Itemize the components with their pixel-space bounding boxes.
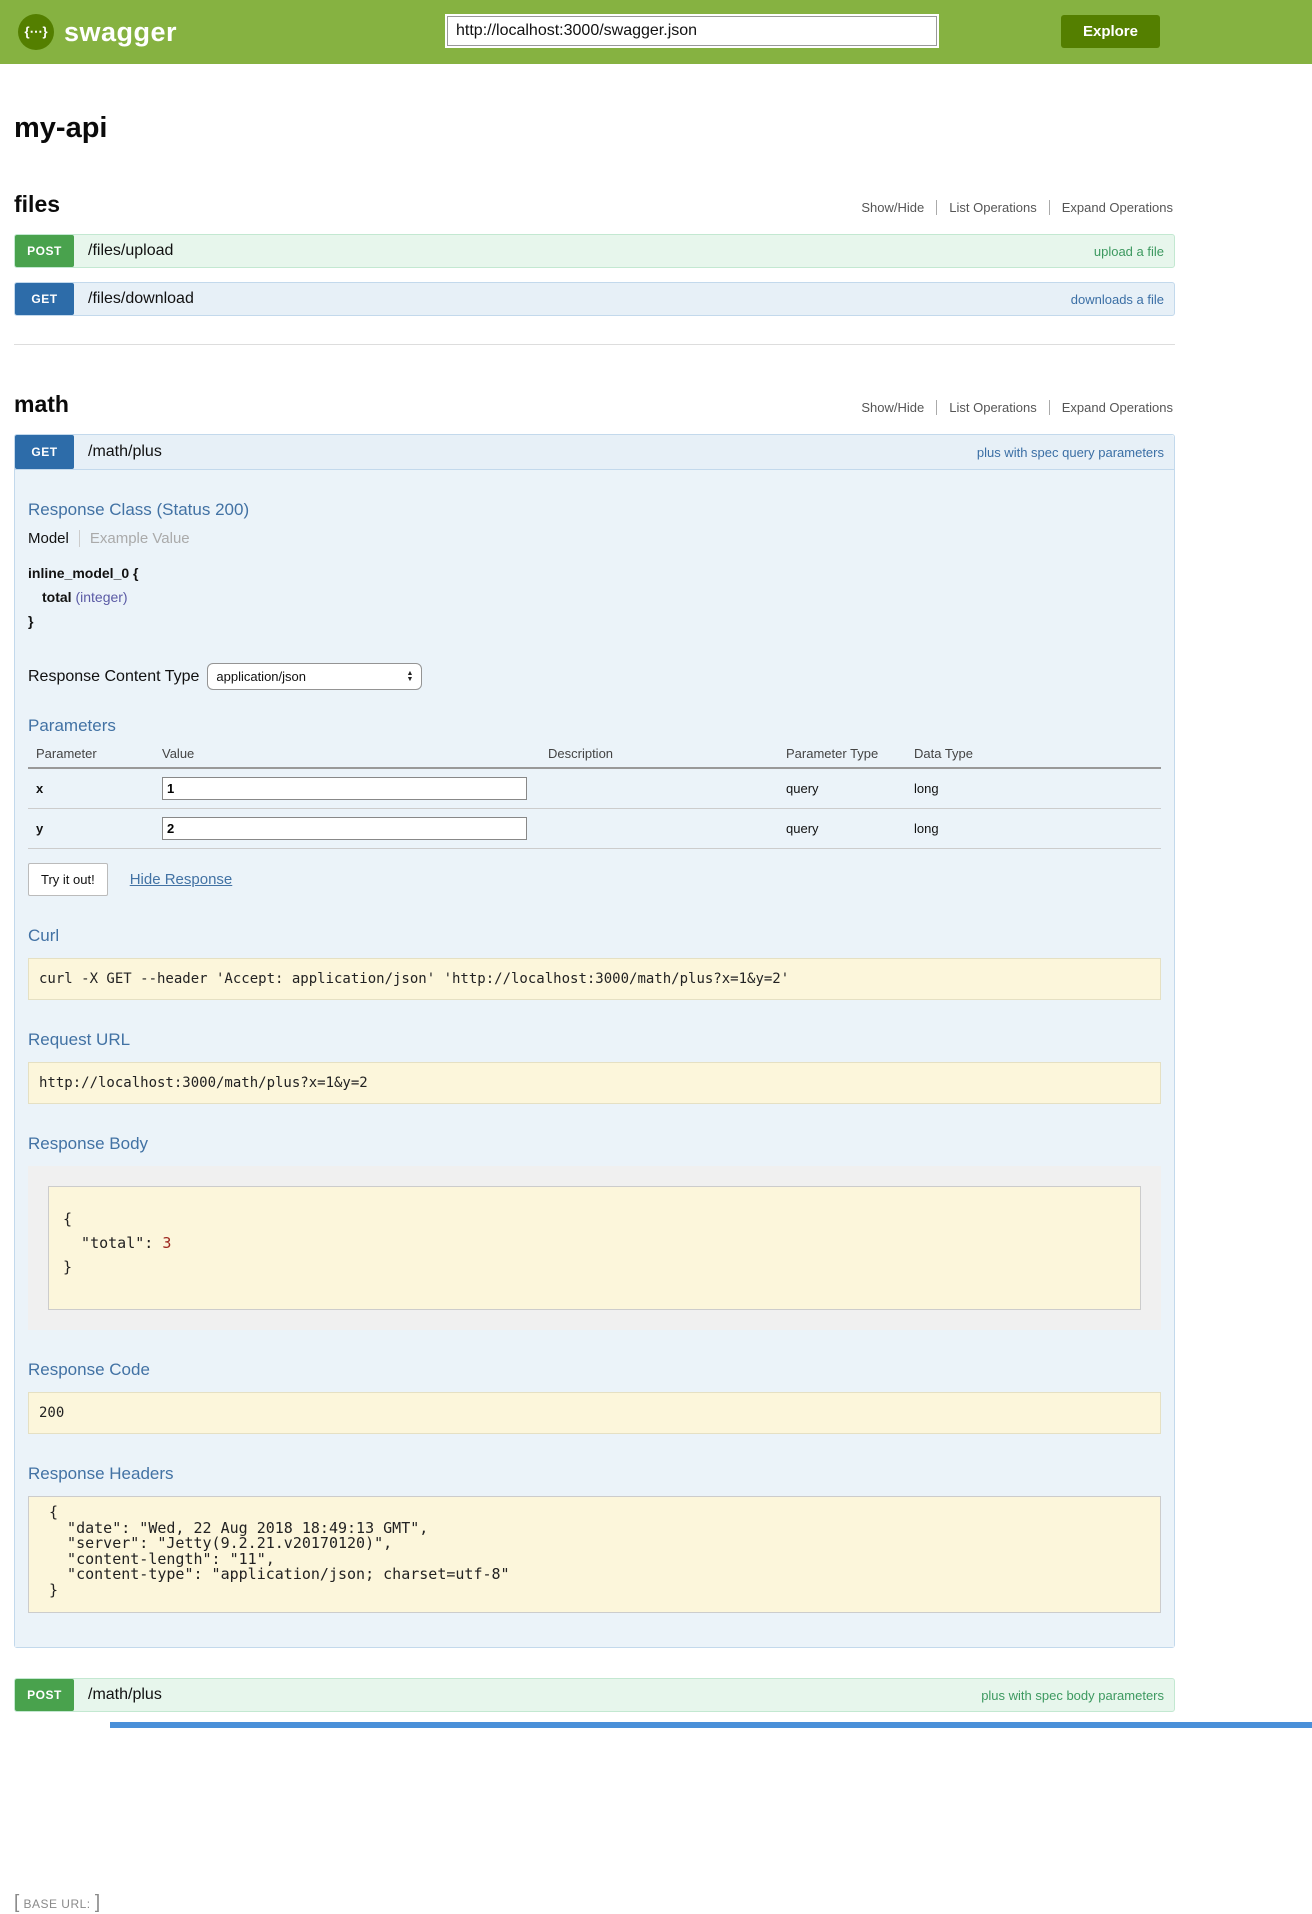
- parameter-row-y: y query long: [28, 809, 1161, 849]
- model-open-brace: inline_model_0 {: [28, 565, 1161, 581]
- hide-response-link[interactable]: Hide Response: [130, 871, 233, 888]
- curl-heading: Curl: [28, 926, 1161, 946]
- parameter-row-x: x query long: [28, 769, 1161, 809]
- method-badge-get[interactable]: GET: [15, 435, 74, 469]
- tab-model[interactable]: Model: [28, 530, 79, 547]
- operation-block-get-math-plus: GET /math/plus plus with spec query para…: [14, 434, 1175, 1648]
- response-body-heading: Response Body: [28, 1134, 1161, 1154]
- json-number-value: 3: [162, 1234, 171, 1252]
- parameters-heading: Parameters: [28, 716, 1161, 736]
- response-body-wrap: { "total": 3 }: [28, 1166, 1161, 1330]
- show-hide-link[interactable]: Show/Hide: [849, 200, 936, 215]
- operation-detail-panel: Response Class (Status 200) Model Exampl…: [15, 469, 1174, 1647]
- selected-content-type: application/json: [216, 669, 306, 684]
- json-open-brace: {: [63, 1207, 1126, 1231]
- response-body-json: { "total": 3 }: [48, 1186, 1141, 1310]
- response-code-value: 200: [28, 1392, 1161, 1434]
- logo-text: swagger: [64, 17, 177, 48]
- model-signature: inline_model_0 { total (integer) }: [28, 565, 1161, 629]
- show-hide-link[interactable]: Show/Hide: [849, 400, 936, 415]
- operation-summary[interactable]: plus with spec query parameters: [977, 445, 1164, 460]
- tab-example-value[interactable]: Example Value: [79, 530, 190, 547]
- model-prop-name: total: [42, 589, 72, 605]
- parameters-header-row: Parameter Value Description Parameter Ty…: [28, 738, 1161, 769]
- operation-post-math-plus[interactable]: POST /math/plus plus with spec body para…: [14, 1678, 1175, 1712]
- operation-summary[interactable]: plus with spec body parameters: [981, 1688, 1164, 1703]
- response-content-type-label: Response Content Type: [28, 668, 199, 686]
- try-it-out-button[interactable]: Try it out!: [28, 863, 108, 896]
- spec-url-wrap: [445, 14, 939, 48]
- spec-url-input[interactable]: [447, 16, 937, 46]
- response-class-heading: Response Class (Status 200): [28, 500, 1161, 520]
- col-header-data-type: Data Type: [906, 738, 1161, 767]
- method-badge-post[interactable]: POST: [15, 235, 74, 267]
- json-total-line: "total": 3: [63, 1231, 1126, 1255]
- base-url-footer: [ BASE URL: ]: [14, 1892, 1312, 1914]
- request-url-heading: Request URL: [28, 1030, 1161, 1050]
- header-bar: {⋯} swagger Explore: [0, 0, 1312, 64]
- operation-path[interactable]: /math/plus: [88, 443, 162, 461]
- response-headers-heading: Response Headers: [28, 1464, 1161, 1484]
- param-name: y: [28, 813, 154, 844]
- col-header-parameter-type: Parameter Type: [778, 738, 906, 767]
- operation-path[interactable]: /math/plus: [88, 1686, 162, 1704]
- param-type: query: [778, 813, 906, 844]
- method-badge-post[interactable]: POST: [15, 1679, 74, 1711]
- footer-bar: [110, 1722, 1312, 1728]
- expand-operations-link[interactable]: Expand Operations: [1049, 200, 1175, 215]
- response-headers-json: { "date": "Wed, 22 Aug 2018 18:49:13 GMT…: [28, 1496, 1161, 1613]
- operation-post-files-upload[interactable]: POST /files/upload upload a file: [14, 234, 1175, 268]
- param-y-input[interactable]: [162, 817, 527, 840]
- curl-command: curl -X GET --header 'Accept: applicatio…: [28, 958, 1161, 1000]
- explore-button[interactable]: Explore: [1061, 15, 1160, 48]
- list-operations-link[interactable]: List Operations: [936, 200, 1048, 215]
- model-tabs: Model Example Value: [28, 530, 1161, 547]
- section-title-files[interactable]: files: [14, 191, 60, 218]
- operation-get-files-download[interactable]: GET /files/download downloads a file: [14, 282, 1175, 316]
- select-arrows-icon: ▲ ▼: [406, 671, 413, 683]
- section-controls-math: Show/Hide List Operations Expand Operati…: [849, 400, 1175, 415]
- model-prop-type: (integer): [75, 589, 127, 605]
- model-close-brace: }: [28, 613, 1161, 629]
- col-header-description: Description: [540, 738, 778, 767]
- request-url-value: http://localhost:3000/math/plus?x=1&y=2: [28, 1062, 1161, 1104]
- col-header-parameter: Parameter: [28, 738, 154, 767]
- response-content-type-select[interactable]: application/json ▲ ▼: [207, 663, 422, 690]
- section-title-math[interactable]: math: [14, 391, 69, 418]
- param-data-type: long: [906, 813, 1161, 844]
- param-name: x: [28, 773, 154, 804]
- curly-braces-icon: {⋯}: [18, 14, 54, 50]
- param-data-type: long: [906, 773, 1161, 804]
- method-badge-get[interactable]: GET: [15, 283, 74, 315]
- swagger-logo[interactable]: {⋯} swagger: [18, 14, 177, 50]
- section-controls-files: Show/Hide List Operations Expand Operati…: [849, 200, 1175, 215]
- operation-summary[interactable]: upload a file: [1094, 244, 1164, 259]
- base-url-label: BASE URL:: [23, 1897, 90, 1911]
- api-title: my-api: [14, 112, 1175, 145]
- expand-operations-link[interactable]: Expand Operations: [1049, 400, 1175, 415]
- json-close-brace: }: [63, 1255, 1126, 1279]
- operation-summary[interactable]: downloads a file: [1071, 292, 1164, 307]
- operation-path[interactable]: /files/upload: [88, 242, 173, 260]
- response-code-heading: Response Code: [28, 1360, 1161, 1380]
- col-header-value: Value: [154, 738, 540, 767]
- param-description: [540, 821, 778, 837]
- list-operations-link[interactable]: List Operations: [936, 400, 1048, 415]
- operation-path[interactable]: /files/download: [88, 290, 194, 308]
- param-x-input[interactable]: [162, 777, 527, 800]
- param-type: query: [778, 773, 906, 804]
- operation-get-math-plus[interactable]: GET /math/plus plus with spec query para…: [15, 435, 1174, 469]
- parameters-table: Parameter Value Description Parameter Ty…: [28, 738, 1161, 849]
- param-description: [540, 781, 778, 797]
- section-divider: [14, 344, 1175, 345]
